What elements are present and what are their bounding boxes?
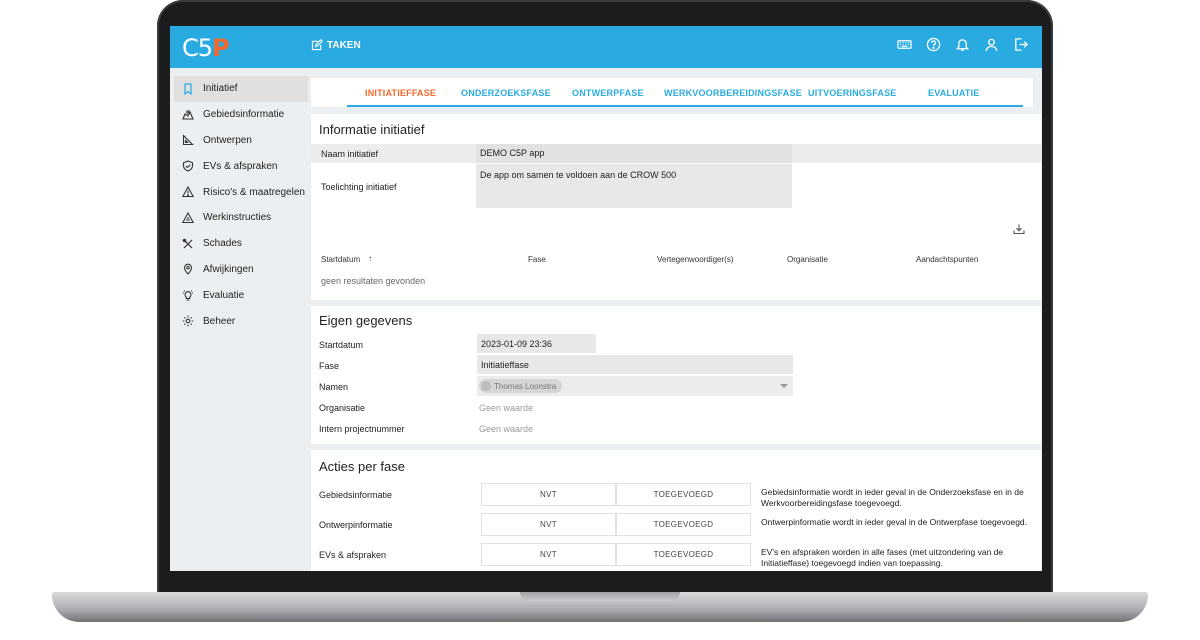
- actie-row-description: Gebiedsinformatie wordt in ieder geval i…: [761, 487, 1024, 508]
- empty-results-text: geen resultaten gevonden: [321, 276, 426, 286]
- logo-text: C5: [182, 34, 213, 62]
- sidebar-item-label: Schades: [203, 238, 242, 250]
- sidebar-item-beheer[interactable]: Beheer: [174, 308, 308, 334]
- eigen-gegevens-card: Eigen gegevens Startdatum 2023-01-09 23:…: [311, 306, 1041, 444]
- col-aandachtspunten[interactable]: Aandachtspunten: [916, 255, 978, 264]
- sidebar-item-evaluatie[interactable]: Evaluatie: [174, 282, 308, 308]
- nvt-button[interactable]: NVT: [481, 483, 616, 506]
- edit-icon: [311, 39, 323, 51]
- sidebar-item-gebiedsinformatie[interactable]: Gebiedsinformatie: [174, 102, 308, 128]
- triangle-ruler-icon: [182, 134, 194, 146]
- lightbulb-icon: [183, 290, 193, 301]
- actie-row-description: Ontwerpinformatie wordt in ieder geval i…: [761, 517, 1028, 527]
- tab-uitvoeringsfase[interactable]: UITVOERINGSFASE: [808, 88, 897, 98]
- projectnummer-label: Intern projectnummer: [319, 424, 405, 434]
- namen-label: Namen: [319, 382, 349, 392]
- actie-row-label: Gebiedsinformatie: [319, 490, 393, 500]
- logo[interactable]: C5P: [182, 34, 230, 62]
- tab-evaluatie[interactable]: EVALUATIE: [928, 88, 979, 98]
- logout-icon[interactable]: [1013, 37, 1028, 52]
- sidebar-item-label: Gebiedsinformatie: [203, 109, 285, 121]
- actie-row-label: EVs & afspraken: [319, 550, 387, 560]
- sidebar-item-initiatief[interactable]: Initiatief: [174, 76, 308, 102]
- chevron-down-icon[interactable]: [780, 383, 788, 389]
- bell-icon[interactable]: [955, 37, 970, 52]
- sidebar-item-werkinstructies[interactable]: Werkinstructies: [174, 205, 308, 231]
- nvt-button[interactable]: NVT: [481, 543, 616, 566]
- actie-row-description: EV's en afspraken worden in alle fases (…: [761, 547, 1004, 568]
- name-chip[interactable]: Thomas Loonstra: [479, 379, 563, 393]
- toegevoegd-button[interactable]: TOEGEVOEGD: [616, 513, 751, 536]
- tab-onderzoeksfase[interactable]: ONDERZOEKSFASE: [461, 88, 551, 98]
- gear-icon: [182, 315, 194, 327]
- organisatie-label: Organisatie: [319, 403, 366, 413]
- initiatief-card: Informatie initiatief Naam initiatief DE…: [311, 114, 1041, 300]
- taken-nav-link[interactable]: TAKEN: [311, 39, 361, 51]
- avatar: [481, 381, 491, 391]
- laptop-notch: [520, 592, 680, 601]
- sort-arrow-icon[interactable]: ↑: [368, 254, 372, 263]
- bookmark-icon: [184, 83, 192, 95]
- sidebar-item-label: Initiatief: [203, 83, 238, 95]
- organisatie-value[interactable]: Geen waarde: [476, 403, 533, 413]
- sidebar-item-label: Afwijkingen: [203, 263, 254, 275]
- toelichting-value: De app om samen te voldoen aan de CROW 5…: [480, 170, 677, 180]
- taken-label: TAKEN: [327, 39, 361, 51]
- startdatum-value: 2023-01-09 23:36: [481, 339, 553, 349]
- col-vertegenwoordigers[interactable]: Vertegenwoordiger(s): [657, 255, 733, 264]
- nvt-button[interactable]: NVT: [481, 513, 616, 536]
- top-bar: C5P TAKEN: [170, 26, 1042, 68]
- sidebar-item-label: Beheer: [203, 315, 236, 327]
- col-organisatie[interactable]: Organisatie: [787, 255, 828, 264]
- initiatief-title: Informatie initiatief: [319, 122, 425, 137]
- sidebar-item-label: Risico's & maatregelen: [203, 186, 305, 198]
- tools-icon: [182, 238, 193, 249]
- area-icon: [182, 109, 194, 120]
- user-icon[interactable]: [984, 37, 999, 52]
- sidebar-item-label: Werkinstructies: [203, 212, 272, 224]
- location-pin-icon: [183, 264, 193, 276]
- sidebar-item-afwijkingen[interactable]: Afwijkingen: [174, 257, 308, 283]
- col-fase[interactable]: Fase: [528, 255, 546, 264]
- tab-underline: [347, 105, 1023, 107]
- help-icon[interactable]: [926, 37, 941, 52]
- col-startdatum[interactable]: Startdatum: [321, 255, 360, 264]
- projectnummer-value[interactable]: Geen waarde: [476, 424, 533, 434]
- shield-check-icon: [182, 160, 194, 172]
- logo-accent: P: [212, 34, 230, 62]
- sidebar-item-label: Ontwerpen: [203, 134, 252, 146]
- tab-ontwerpfase[interactable]: ONTWERPFASE: [572, 88, 644, 98]
- instructions-icon: [182, 211, 194, 223]
- phase-tabs: INITIATIEFFASE ONDERZOEKSFASE ONTWERPFAS…: [311, 78, 1033, 107]
- naam-label: Naam initiatief: [321, 149, 379, 159]
- sidebar-item-ontwerpen[interactable]: Ontwerpen: [174, 128, 308, 154]
- sidebar-item-schades[interactable]: Schades: [174, 231, 308, 257]
- sidebar-item-evs-afspraken[interactable]: EVs & afspraken: [174, 153, 308, 179]
- tab-werkvoorbereidingsfase[interactable]: WERKVOORBEREIDINGSFASE: [664, 88, 802, 98]
- actie-row-label: Ontwerpinformatie: [319, 520, 393, 530]
- sidebar: Initiatief Gebiedsinformatie Ontwerpen E…: [174, 76, 308, 334]
- toegevoegd-button[interactable]: TOEGEVOEGD: [616, 543, 751, 566]
- app-screen: C5P TAKEN Initiatief Gebiedsinformatie O…: [170, 26, 1042, 571]
- sidebar-item-label: Evaluatie: [203, 289, 245, 301]
- download-icon[interactable]: [1013, 223, 1025, 235]
- tab-initiatieffase[interactable]: INITIATIEFFASE: [365, 88, 436, 98]
- chip-label: Thomas Loonstra: [494, 381, 557, 391]
- naam-value: DEMO C5P app: [480, 148, 545, 158]
- eigen-title: Eigen gegevens: [319, 313, 413, 328]
- acties-title: Acties per fase: [319, 459, 405, 474]
- acties-card: Acties per fase Gebiedsinformatie NVT TO…: [311, 450, 1041, 571]
- warning-icon: [182, 186, 194, 198]
- fase-value: Initiatieffase: [481, 360, 529, 370]
- sidebar-item-risicos[interactable]: Risico's & maatregelen: [174, 179, 308, 205]
- fase-label: Fase: [319, 361, 340, 371]
- keyboard-icon[interactable]: [897, 37, 912, 52]
- startdatum-label: Startdatum: [319, 340, 364, 350]
- sidebar-item-label: EVs & afspraken: [203, 160, 278, 172]
- toelichting-label: Toelichting initiatief: [321, 182, 397, 192]
- top-icons: [897, 37, 1028, 52]
- toegevoegd-button[interactable]: TOEGEVOEGD: [616, 483, 751, 506]
